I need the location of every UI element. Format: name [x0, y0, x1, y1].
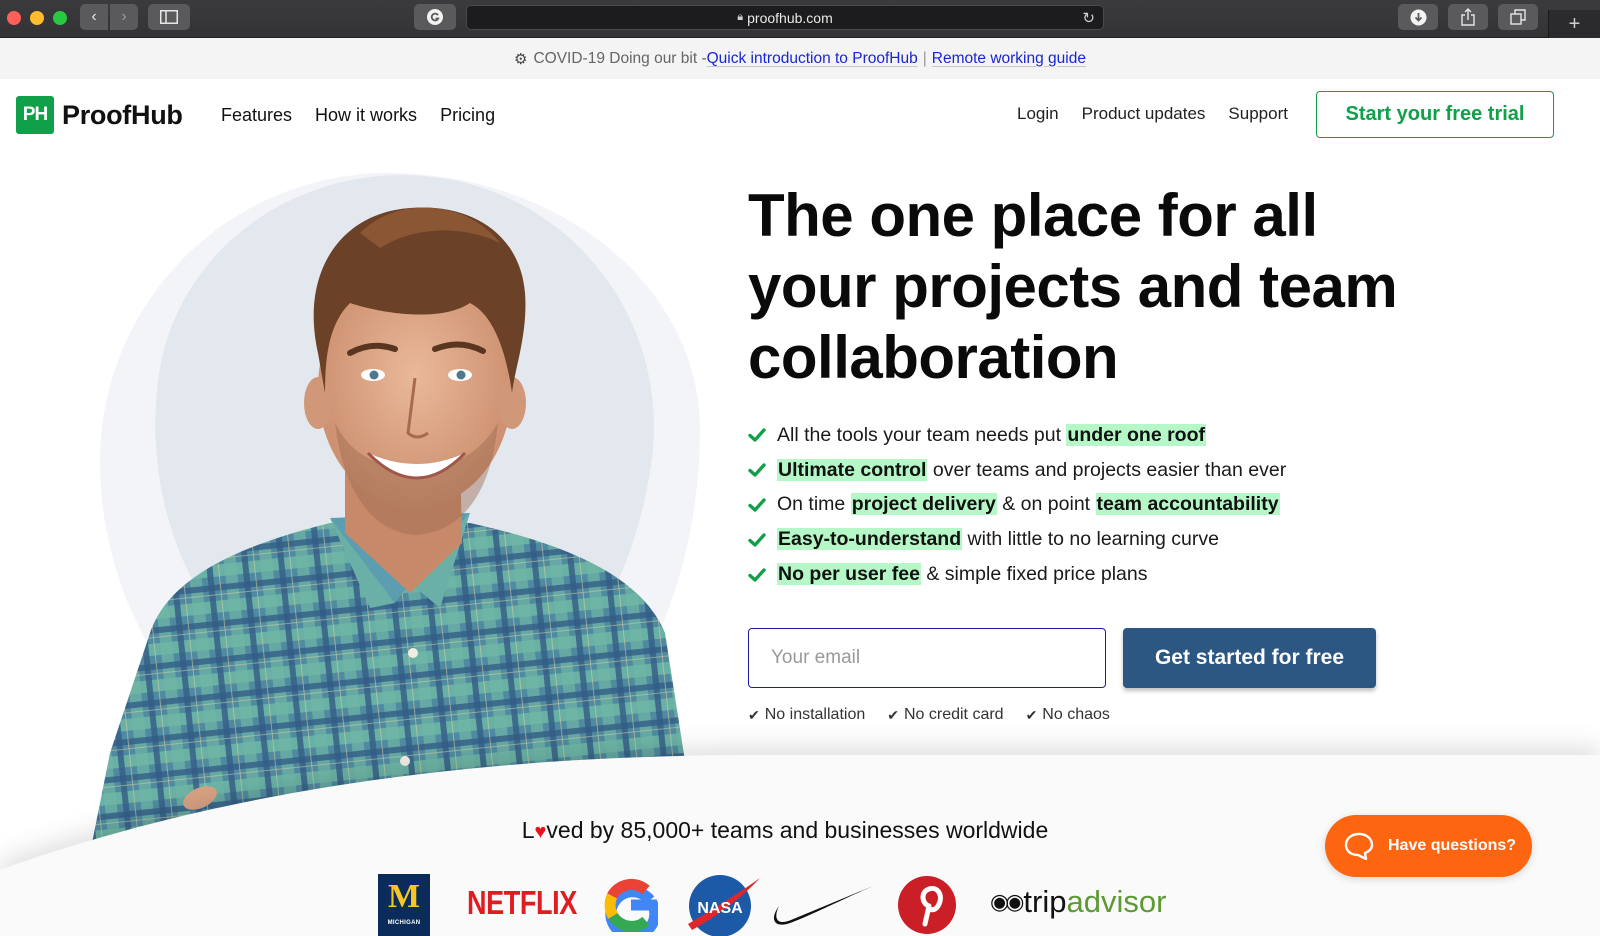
- checkmark-icon: [748, 567, 766, 582]
- nav-support[interactable]: Support: [1228, 104, 1288, 124]
- feature-highlight: team accountability: [1095, 493, 1280, 516]
- feature-plain-text: over teams and projects easier than ever: [927, 458, 1287, 481]
- pinterest-logo: [898, 876, 956, 934]
- feature-plain-text: & simple fixed price plans: [920, 563, 1148, 586]
- loved-prefix: L: [521, 817, 535, 843]
- feature-highlight: Easy-to-understand: [777, 528, 963, 551]
- primary-nav: Features How it works Pricing: [221, 105, 495, 126]
- top-navigation: PH ProofHub Features How it works Pricin…: [0, 79, 1600, 153]
- quick-intro-link[interactable]: Quick introduction to ProofHub: [707, 50, 918, 68]
- feature-item: On time project delivery & on point team…: [748, 488, 1286, 523]
- feature-highlight: project delivery: [850, 493, 997, 516]
- get-started-button[interactable]: Get started for free: [1123, 628, 1376, 688]
- virus-icon: ⚙: [514, 50, 528, 68]
- new-tab-button[interactable]: +: [1548, 10, 1600, 38]
- logo-mark: PH: [16, 96, 54, 134]
- downloads-button[interactable]: [1398, 4, 1438, 30]
- feature-item: All the tools your team needs put under …: [748, 418, 1286, 453]
- chevron-left-icon: ‹: [91, 8, 97, 25]
- nav-login[interactable]: Login: [1017, 104, 1059, 124]
- feature-item: Easy-to-understand with little to no lea…: [748, 522, 1286, 557]
- trip-prefix: trip: [1023, 884, 1067, 919]
- share-icon: [1461, 8, 1475, 26]
- sidebar-icon: [160, 10, 178, 24]
- banner-prefix: COVID-19 Doing our bit -: [533, 49, 707, 67]
- netflix-logo: NETFLIX: [467, 884, 577, 921]
- show-tabs-button[interactable]: [1498, 4, 1538, 30]
- feature-highlight: No per user fee: [777, 563, 921, 586]
- back-button[interactable]: ‹: [80, 4, 108, 30]
- start-free-trial-button[interactable]: Start your free trial: [1316, 91, 1554, 138]
- feature-item: Ultimate control over teams and projects…: [748, 453, 1286, 488]
- forward-button[interactable]: ›: [110, 4, 138, 30]
- close-window-button[interactable]: [7, 11, 21, 25]
- michigan-logo: M MICHIGAN: [378, 874, 430, 936]
- feature-list: All the tools your team needs put under …: [748, 418, 1286, 592]
- feature-plain-text: On time: [777, 493, 851, 516]
- chevron-right-icon: ›: [121, 8, 127, 25]
- feature-text: Ultimate control over teams and projects…: [777, 458, 1287, 482]
- nav-features[interactable]: Features: [221, 105, 292, 126]
- secondary-nav: Login Product updates Support: [1017, 104, 1288, 124]
- feature-item: No per user fee & simple fixed price pla…: [748, 557, 1286, 592]
- chat-bubble-icon: [1344, 832, 1374, 860]
- maximize-window-button[interactable]: [53, 11, 67, 25]
- checkmark-icon: [748, 428, 766, 443]
- browser-toolbar: ‹ › 🔒︎ proofhub.com ↻ +: [0, 0, 1600, 38]
- nike-logo: [773, 886, 873, 925]
- feature-text: Easy-to-understand with little to no lea…: [777, 528, 1219, 551]
- feature-highlight: Ultimate control: [777, 458, 928, 481]
- nav-how-it-works[interactable]: How it works: [315, 105, 417, 126]
- feature-plain-text: with little to no learning curve: [962, 528, 1219, 551]
- headline-line-1: The one place for all: [748, 182, 1318, 249]
- feature-text: All the tools your team needs put under …: [777, 423, 1206, 447]
- tripadvisor-logo: ◉◉ trip advisor: [990, 884, 1166, 920]
- sidebar-toggle-button[interactable]: [148, 4, 190, 30]
- trip-suffix: advisor: [1066, 884, 1167, 919]
- grammarly-icon: [427, 9, 443, 25]
- michigan-label: MICHIGAN: [387, 920, 421, 926]
- feature-plain-text: & on point: [996, 493, 1096, 516]
- checkmark-icon: [748, 463, 766, 477]
- reload-icon[interactable]: ↻: [1082, 9, 1095, 27]
- address-bar[interactable]: 🔒︎ proofhub.com ↻: [466, 5, 1104, 30]
- have-questions-chat-button[interactable]: Have questions?: [1325, 815, 1532, 877]
- feature-plain-text: All the tools your team needs put: [777, 423, 1067, 446]
- feature-text: On time project delivery & on point team…: [777, 493, 1280, 516]
- google-logo: [604, 878, 658, 932]
- owl-icon: ◉◉: [990, 889, 1024, 914]
- url-text: proofhub.com: [747, 9, 833, 26]
- minimize-window-button[interactable]: [30, 11, 44, 25]
- lock-icon: 🔒︎: [737, 11, 744, 23]
- tabs-icon: [1510, 9, 1526, 25]
- logo-text: ProofHub: [62, 99, 183, 130]
- nasa-text: NASA: [697, 900, 743, 917]
- hero-headline: The one place for all your projects and …: [748, 180, 1468, 393]
- feature-text: No per user fee & simple fixed price pla…: [777, 563, 1148, 586]
- headline-line-2: your projects and team: [748, 253, 1398, 320]
- proofhub-logo[interactable]: PH ProofHub: [16, 96, 183, 134]
- nav-product-updates[interactable]: Product updates: [1082, 104, 1206, 124]
- download-icon: [1410, 9, 1426, 25]
- nasa-logo: NASA: [688, 875, 760, 936]
- loved-suffix: ved by 85,000+ teams and businesses worl…: [546, 817, 1049, 843]
- remote-guide-link[interactable]: Remote working guide: [932, 50, 1086, 68]
- checkmark-icon: [748, 533, 766, 547]
- checkmark-icon: [748, 498, 766, 512]
- michigan-letter: M: [387, 878, 421, 915]
- email-input[interactable]: [748, 628, 1106, 688]
- headline-line-3: collaboration: [748, 324, 1119, 391]
- feature-highlight: under one roof: [1066, 423, 1206, 446]
- heart-icon: ♥: [534, 821, 547, 843]
- share-button[interactable]: [1448, 4, 1488, 30]
- covid-banner: ⚙ COVID-19 Doing our bit - Quick introdu…: [0, 38, 1600, 79]
- chat-label: Have questions?: [1388, 837, 1517, 854]
- banner-separator: |: [922, 49, 927, 67]
- grammarly-extension-button[interactable]: [414, 4, 456, 30]
- nav-pricing[interactable]: Pricing: [440, 105, 495, 126]
- plus-icon: +: [1568, 12, 1581, 35]
